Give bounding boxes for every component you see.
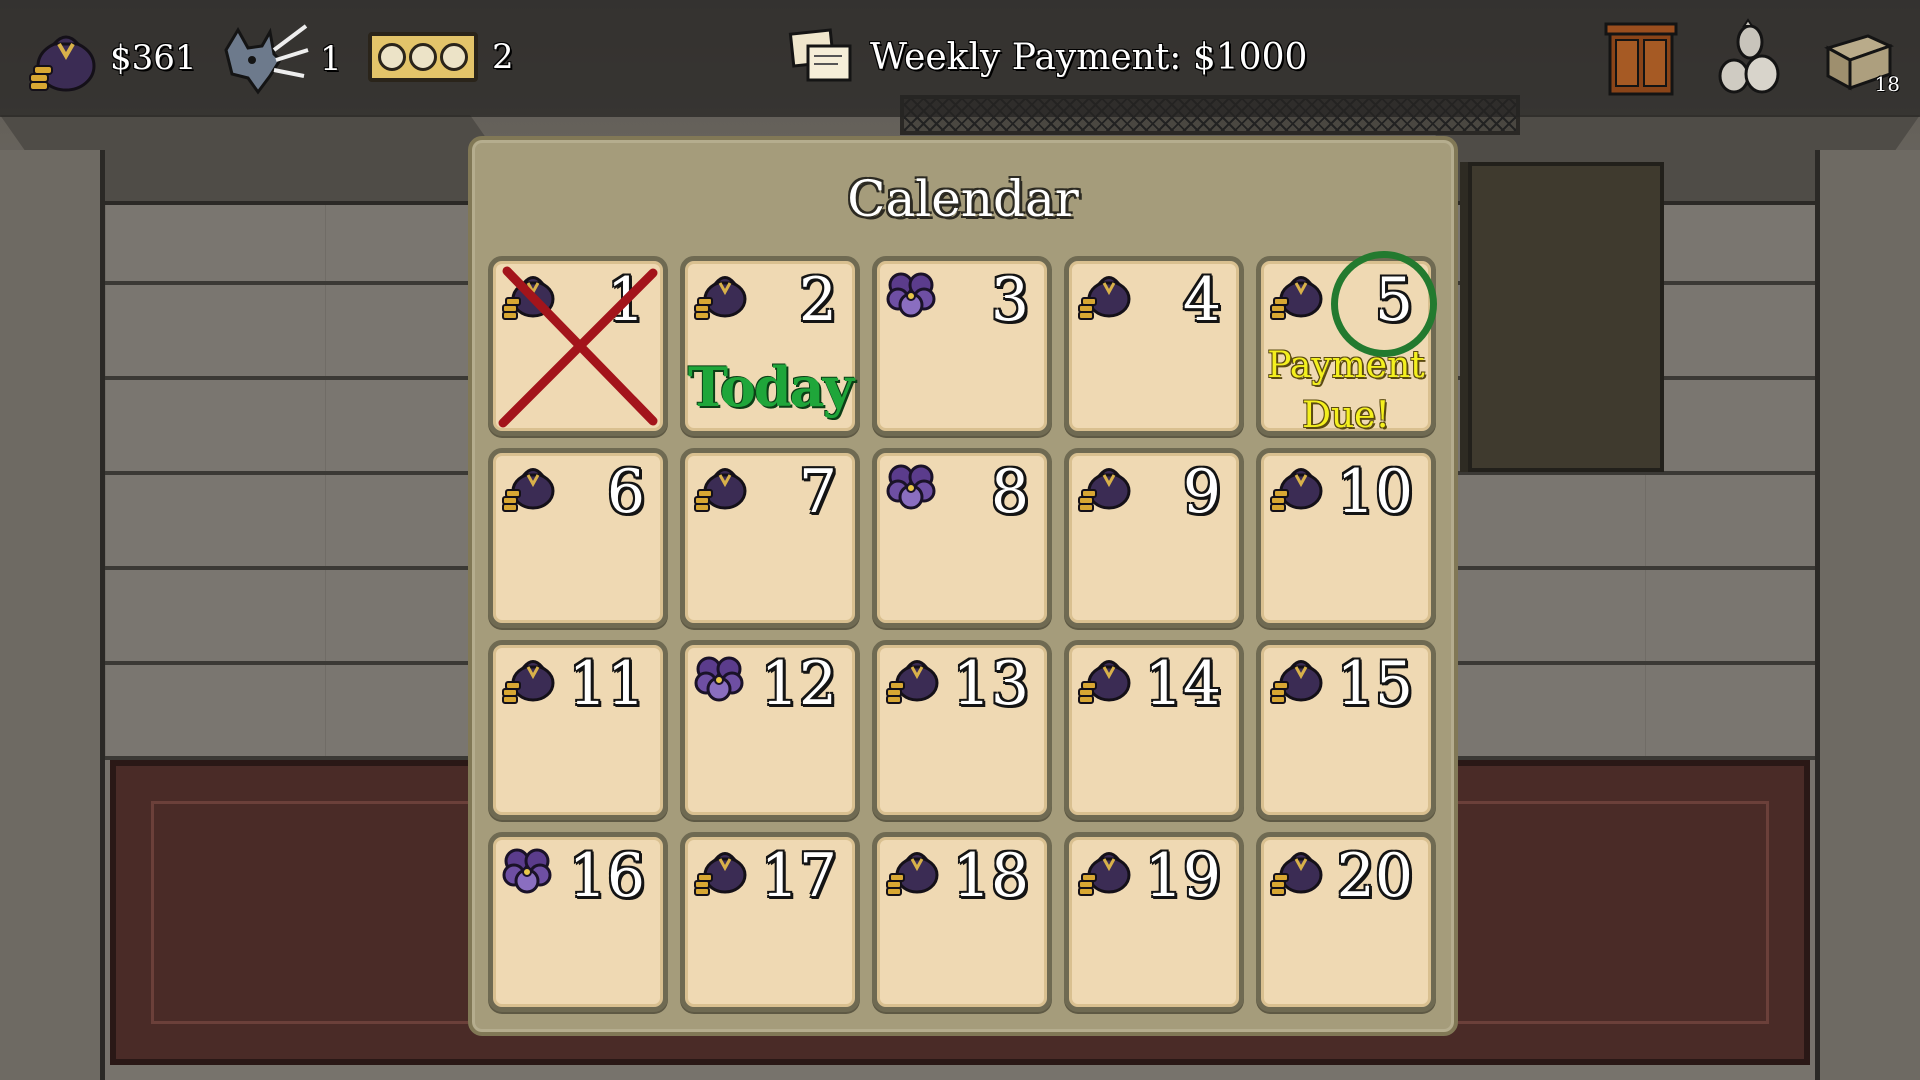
pansy-flower-icon [502, 848, 552, 894]
calendar-day-4[interactable]: 4 [1064, 256, 1244, 436]
day-number: 3 [990, 265, 1029, 335]
day-number: 10 [1336, 457, 1413, 527]
money-bag-icon [1078, 468, 1131, 512]
wardrobe-button[interactable] [1600, 18, 1682, 100]
money-display: $361 [26, 22, 197, 94]
pansy-flower-icon [886, 272, 936, 318]
money-bag-icon [886, 660, 939, 704]
day-number: 4 [1182, 265, 1221, 335]
day-number: 20 [1336, 841, 1413, 911]
day-number: 8 [990, 457, 1029, 527]
calendar-day-2[interactable]: 2 Today [680, 256, 860, 436]
day-number: 11 [568, 649, 645, 719]
day-number: 7 [798, 457, 837, 527]
calendar-day-8[interactable]: 8 [872, 448, 1052, 628]
ticket-coin [440, 43, 469, 71]
calendar-title: Calendar [847, 170, 1079, 228]
today-label: Today [687, 355, 854, 419]
money-bag-icon [1270, 276, 1323, 320]
wall-cabinet [1468, 162, 1664, 472]
calendar-day-9[interactable]: 9 [1064, 448, 1244, 628]
money-bag-icon [1078, 276, 1131, 320]
wolf-head-icon [224, 24, 309, 95]
calendar-day-17[interactable]: 17 [680, 832, 860, 1012]
day-number: 14 [1144, 649, 1221, 719]
calendar-day-10[interactable]: 10 [1256, 448, 1436, 628]
money-bag-icon [1270, 468, 1323, 512]
weekly-payment-text: Weekly Payment: $1000 [870, 36, 1308, 78]
calendar-day-14[interactable]: 14 [1064, 640, 1244, 820]
money-bag-icon [694, 276, 747, 320]
calendar-day-6[interactable]: 6 [488, 448, 668, 628]
day-number: 12 [760, 649, 837, 719]
pansy-flower-icon [886, 464, 936, 510]
ticket-coins-icon [368, 32, 478, 82]
money-bag-icon [1270, 852, 1323, 896]
day-number: 16 [568, 841, 645, 911]
day-number: 19 [1144, 841, 1221, 911]
day-number: 2 [798, 265, 837, 335]
payment-due-line2: Due! [1302, 395, 1390, 436]
ticket-count: 2 [492, 37, 514, 77]
calendar-day-13[interactable]: 13 [872, 640, 1052, 820]
day-number: 6 [606, 457, 645, 527]
money-bag-icon [1078, 660, 1131, 704]
side-wall-right [1815, 150, 1920, 1080]
weekly-payment-display: Weekly Payment: $1000 [788, 28, 1307, 86]
top-hud: $361 1 2 Weekly Payment: $1000 18 [0, 0, 1920, 117]
contract-papers-icon [788, 28, 852, 82]
ticket-coin [408, 43, 437, 71]
calendar-day-1[interactable]: 1 [488, 256, 668, 436]
hud-right-buttons: 18 [1600, 18, 1902, 100]
money-bag-icon [886, 852, 939, 896]
crate-button[interactable]: 18 [1820, 18, 1902, 100]
money-amount: $361 [110, 38, 197, 78]
calendar-day-20[interactable]: 20 [1256, 832, 1436, 1012]
payment-due-line1: Payment [1267, 345, 1425, 386]
crate-count: 18 [1874, 72, 1900, 96]
wardrobe-icon [1604, 22, 1678, 96]
side-wall-left [0, 150, 105, 1080]
calendar-day-7[interactable]: 7 [680, 448, 860, 628]
wolf-display: 1 [218, 20, 342, 98]
calendar-day-5[interactable]: 5 Payment Due! [1256, 251, 1437, 436]
money-bag-icon [1078, 852, 1131, 896]
ticket-coin [377, 43, 406, 71]
calendar-grid: 1 2 Today 3 4 5 Payment Due! 6 7 8 9 10 11 12 13 14 15 16 1… [488, 251, 1437, 1012]
calendar-day-16[interactable]: 16 [488, 832, 668, 1012]
money-bag-icon [502, 660, 555, 704]
day-number: 1 [606, 265, 645, 335]
day-number: 17 [760, 841, 837, 911]
calendar-day-3[interactable]: 3 [872, 256, 1052, 436]
figurines-icon [1718, 18, 1780, 94]
money-bag-icon [502, 468, 555, 512]
money-bag-icon [694, 852, 747, 896]
wolf-count: 1 [320, 39, 342, 79]
calendar-day-11[interactable]: 11 [488, 640, 668, 820]
payment-due-label: Payment Due! [1261, 341, 1431, 441]
money-bag-icon [1270, 660, 1323, 704]
calendar-day-15[interactable]: 15 [1256, 640, 1436, 820]
calendar-day-18[interactable]: 18 [872, 832, 1052, 1012]
calendar-day-12[interactable]: 12 [680, 640, 860, 820]
tickets-display: 2 [368, 32, 514, 82]
figurines-button[interactable] [1710, 18, 1792, 100]
day-number: 13 [952, 649, 1029, 719]
money-bag-icon [29, 35, 96, 92]
day-number: 9 [1182, 457, 1221, 527]
day-number: 15 [1336, 649, 1413, 719]
calendar-day-19[interactable]: 19 [1064, 832, 1244, 1012]
pansy-flower-icon [694, 656, 744, 702]
day-number: 18 [952, 841, 1029, 911]
money-bag-icon [694, 468, 747, 512]
calendar-panel: Calendar 1 2 Today 3 4 5 Payment Due! 6 7 8 9 10 11 12… [468, 136, 1458, 1036]
money-bag-icon [502, 276, 555, 320]
